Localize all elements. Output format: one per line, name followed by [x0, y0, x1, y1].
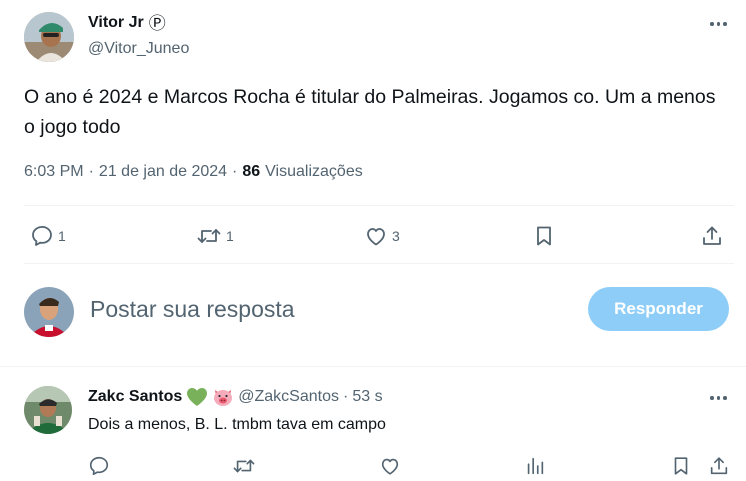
- divider: [0, 366, 746, 367]
- bookmark-button[interactable]: [532, 224, 556, 248]
- more-icon[interactable]: [710, 22, 727, 26]
- reply-repost-button[interactable]: [232, 455, 256, 477]
- pig-face-icon: [212, 387, 234, 407]
- divider: [24, 205, 734, 206]
- divider: [24, 263, 734, 264]
- repost-button[interactable]: 1: [196, 224, 234, 248]
- reply-author-avatar[interactable]: [24, 386, 72, 434]
- meta-separator: ·: [232, 163, 238, 180]
- reply-views-button[interactable]: [524, 455, 546, 477]
- reply-author-handle[interactable]: @ZakcSantos: [238, 388, 339, 406]
- meta-separator: ·: [88, 163, 94, 180]
- reply-count: 1: [58, 228, 66, 244]
- user-avatar[interactable]: [24, 287, 74, 337]
- reply-more-icon[interactable]: [710, 396, 727, 400]
- reply-like-button[interactable]: [379, 455, 401, 477]
- reply-reply-button[interactable]: [88, 455, 110, 477]
- like-button[interactable]: 3: [364, 224, 400, 248]
- repost-count: 1: [226, 228, 234, 244]
- repost-icon: [232, 455, 256, 477]
- share-icon: [708, 455, 730, 477]
- reply-button[interactable]: 1: [30, 224, 66, 248]
- share-icon: [700, 224, 724, 248]
- reply-icon: [88, 455, 110, 477]
- tweet-date[interactable]: 21 de jan de 2024: [99, 163, 227, 181]
- reply-submit-button[interactable]: Responder: [588, 287, 729, 331]
- reply-text: Dois a menos, B. L. tmbm tava em campo: [88, 416, 386, 433]
- bookmark-icon: [670, 455, 692, 477]
- reply-author-name[interactable]: Zakc Santos: [88, 388, 182, 406]
- reply-share-button[interactable]: [708, 455, 730, 477]
- reply-input[interactable]: Postar sua resposta: [90, 296, 295, 323]
- like-icon: [364, 224, 388, 248]
- author-name[interactable]: Vitor Jr: [88, 14, 144, 32]
- reply-icon: [30, 224, 54, 248]
- author-avatar[interactable]: [24, 12, 74, 62]
- like-icon: [379, 455, 401, 477]
- views-count[interactable]: 86: [242, 163, 260, 181]
- share-button[interactable]: [700, 224, 724, 248]
- reply-time[interactable]: 53 s: [352, 388, 382, 406]
- like-count: 3: [392, 228, 400, 244]
- views-label[interactable]: Visualizações: [265, 163, 363, 181]
- views-icon: [524, 455, 546, 477]
- tweet-meta: 6:03 PM · 21 de jan de 2024 · 86 Visuali…: [24, 163, 363, 181]
- author-handle[interactable]: @Vitor_Juneo: [88, 40, 189, 58]
- meta-separator: ·: [343, 388, 349, 405]
- repost-icon: [196, 224, 222, 248]
- reply-bookmark-button[interactable]: [670, 455, 692, 477]
- green-heart-icon: [186, 387, 208, 407]
- bookmark-icon: [532, 224, 556, 248]
- verified-badge-icon: Ⓟ: [148, 13, 166, 33]
- tweet-text: O ano é 2024 e Marcos Rocha é titular do…: [24, 86, 716, 138]
- tweet-time[interactable]: 6:03 PM: [24, 163, 84, 181]
